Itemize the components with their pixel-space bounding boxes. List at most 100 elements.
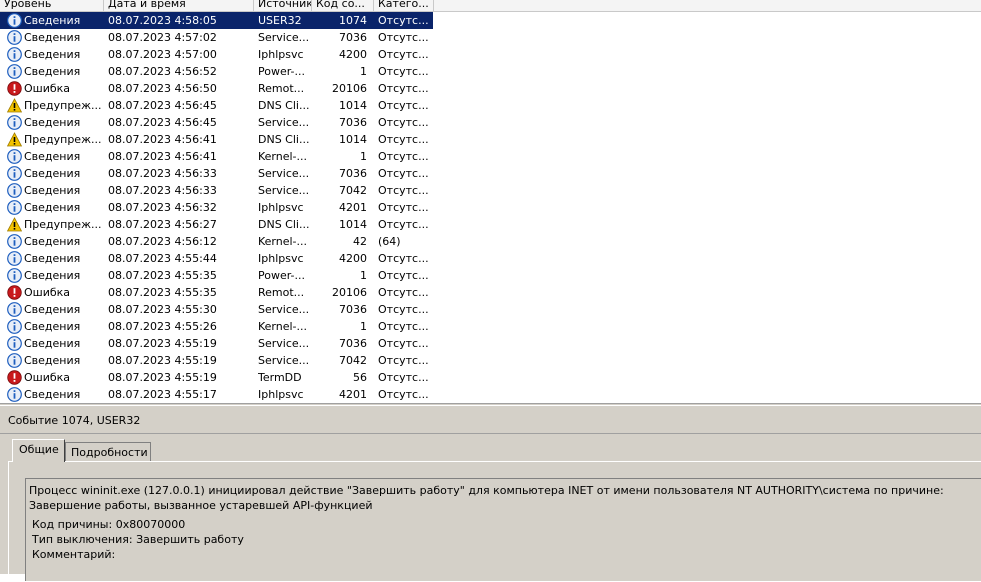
cell-level: Сведения — [24, 167, 81, 180]
cell-datetime: 08.07.2023 4:58:05 — [108, 14, 217, 27]
event-description-box[interactable]: Процесс wininit.exe (127.0.0.1) иницииро… — [25, 478, 981, 581]
table-row[interactable]: Сведения 08.07.2023 4:56:52 Power-... 1 Отсу… — [0, 63, 433, 80]
info-icon — [7, 336, 22, 351]
cell-source: DNS Cli... — [258, 99, 310, 112]
cell-code: 1014 — [339, 218, 367, 231]
cell-source: Service... — [258, 31, 310, 44]
cell-datetime: 08.07.2023 4:56:41 — [108, 150, 217, 163]
cell-level: Сведения — [24, 337, 81, 350]
table-row[interactable]: Сведения 08.07.2023 4:55:44 Iphlpsvc 4200 От… — [0, 250, 433, 267]
tab-details[interactable]: Подробности — [65, 442, 151, 461]
cell-category: Отсутс... — [378, 218, 429, 231]
cell-level: Сведения — [24, 252, 81, 265]
cell-source: Iphlpsvc — [258, 201, 304, 214]
table-row[interactable]: Сведения 08.07.2023 4:57:00 Iphlpsvc 4200 От… — [0, 46, 433, 63]
table-row[interactable]: Сведения 08.07.2023 4:55:30 Service... 7036… — [0, 301, 433, 318]
cell-datetime: 08.07.2023 4:56:52 — [108, 65, 217, 78]
cell-code: 4200 — [339, 48, 367, 61]
column-header-source[interactable]: Источник — [254, 0, 312, 11]
cell-datetime: 08.07.2023 4:56:32 — [108, 201, 217, 214]
cell-source: Remot... — [258, 82, 305, 95]
info-icon — [7, 268, 22, 283]
cell-datetime: 08.07.2023 4:56:33 — [108, 184, 217, 197]
cell-source: Service... — [258, 337, 310, 350]
cell-source: Kernel-... — [258, 320, 308, 333]
table-row[interactable]: Сведения 08.07.2023 4:55:17 Iphlpsvc 4201 От… — [0, 386, 433, 403]
table-row[interactable]: Ошибка 08.07.2023 4:55:19 TermDD 56 Отсутс..… — [0, 369, 433, 386]
cell-source: Remot... — [258, 286, 305, 299]
cell-category: Отсутс... — [378, 150, 429, 163]
info-icon — [7, 353, 22, 368]
table-row[interactable]: Предупреж... 08.07.2023 4:56:41 DNS Cli...… — [0, 131, 433, 148]
cell-code: 7036 — [339, 303, 367, 316]
table-row[interactable]: Сведения 08.07.2023 4:55:19 Service... 7036… — [0, 335, 433, 352]
table-row[interactable]: Сведения 08.07.2023 4:56:41 Kernel-... 1 Отс… — [0, 148, 433, 165]
column-header-datetime[interactable]: Дата и время — [104, 0, 254, 11]
events-list: Уровень Дата и время Источник Код со... … — [0, 0, 981, 403]
cell-source: Service... — [258, 167, 310, 180]
cell-source: USER32 — [258, 14, 302, 27]
cell-code: 1 — [360, 65, 367, 78]
events-list-header: Уровень Дата и время Источник Код со... … — [0, 0, 981, 12]
table-row[interactable]: Предупреж... 08.07.2023 4:56:27 DNS Cli...… — [0, 216, 433, 233]
cell-datetime: 08.07.2023 4:55:26 — [108, 320, 217, 333]
cell-datetime: 08.07.2023 4:56:45 — [108, 99, 217, 112]
info-icon — [7, 319, 22, 334]
cell-code: 1 — [360, 269, 367, 282]
info-icon — [7, 64, 22, 79]
error-icon — [7, 285, 22, 300]
cell-category: Отсутс... — [378, 201, 429, 214]
column-header-category[interactable]: Катего... — [374, 0, 434, 11]
table-row[interactable]: Сведения 08.07.2023 4:57:02 Service... 7036… — [0, 29, 433, 46]
cell-level: Предупреж... — [24, 99, 102, 112]
table-row[interactable]: Сведения 08.07.2023 4:56:12 Kernel-... 42 (6… — [0, 233, 433, 250]
cell-level: Сведения — [24, 320, 81, 333]
table-row[interactable]: Сведения 08.07.2023 4:56:32 Iphlpsvc 4201 От… — [0, 199, 433, 216]
cell-source: Kernel-... — [258, 150, 308, 163]
cell-datetime: 08.07.2023 4:56:50 — [108, 82, 217, 95]
reason-code: Код причины: 0x80070000 — [32, 518, 186, 531]
cell-level: Сведения — [24, 303, 81, 316]
cell-level: Сведения — [24, 14, 81, 27]
cell-code: 4201 — [339, 388, 367, 401]
cell-category: Отсутс... — [378, 167, 429, 180]
cell-category: Отсутс... — [378, 303, 429, 316]
cell-code: 1014 — [339, 133, 367, 146]
cell-code: 4201 — [339, 201, 367, 214]
cell-datetime: 08.07.2023 4:57:00 — [108, 48, 217, 61]
cell-level: Сведения — [24, 48, 81, 61]
cell-level: Ошибка — [24, 371, 71, 384]
column-header-code[interactable]: Код со... — [312, 0, 374, 11]
cell-datetime: 08.07.2023 4:55:19 — [108, 354, 217, 367]
cell-datetime: 08.07.2023 4:56:12 — [108, 235, 217, 248]
cell-level: Сведения — [24, 150, 81, 163]
cell-source: Power-... — [258, 65, 306, 78]
column-header-level[interactable]: Уровень — [0, 0, 104, 11]
tab-general[interactable]: Общие — [12, 439, 65, 462]
table-row[interactable]: Предупреж... 08.07.2023 4:56:45 DNS Cli...… — [0, 97, 433, 114]
cell-category: Отсутс... — [378, 116, 429, 129]
info-icon — [7, 234, 22, 249]
cell-code: 20106 — [332, 286, 367, 299]
cell-datetime: 08.07.2023 4:55:44 — [108, 252, 217, 265]
cell-category: Отсутс... — [378, 269, 429, 282]
cell-level: Сведения — [24, 31, 81, 44]
cell-category: (64) — [378, 235, 401, 248]
table-row[interactable]: Сведения 08.07.2023 4:56:33 Service... 7036… — [0, 165, 433, 182]
cell-code: 4200 — [339, 252, 367, 265]
cell-level: Сведения — [24, 116, 81, 129]
cell-source: TermDD — [258, 371, 302, 384]
error-icon — [7, 370, 22, 385]
table-row[interactable]: Сведения 08.07.2023 4:55:35 Power-... 1 Отсу… — [0, 267, 433, 284]
table-row[interactable]: Ошибка 08.07.2023 4:55:35 Remot... 20106 Отс… — [0, 284, 433, 301]
event-description: Процесс wininit.exe (127.0.0.1) иницииро… — [29, 484, 944, 512]
table-row[interactable]: Сведения 08.07.2023 4:56:33 Service... 7042… — [0, 182, 433, 199]
table-row[interactable]: Сведения 08.07.2023 4:55:19 Service... 7042… — [0, 352, 433, 369]
table-row[interactable]: Сведения 08.07.2023 4:56:45 Service... 7036… — [0, 114, 433, 131]
table-row[interactable]: Ошибка 08.07.2023 4:56:50 Remot... 20106 Отс… — [0, 80, 433, 97]
table-row[interactable]: Сведения 08.07.2023 4:55:26 Kernel-... 1 Отс… — [0, 318, 433, 335]
info-icon — [7, 13, 22, 28]
table-row[interactable]: Сведения 08.07.2023 4:58:05 USER32 1074 Отсу… — [0, 12, 433, 29]
cell-source: Service... — [258, 354, 310, 367]
info-icon — [7, 30, 22, 45]
